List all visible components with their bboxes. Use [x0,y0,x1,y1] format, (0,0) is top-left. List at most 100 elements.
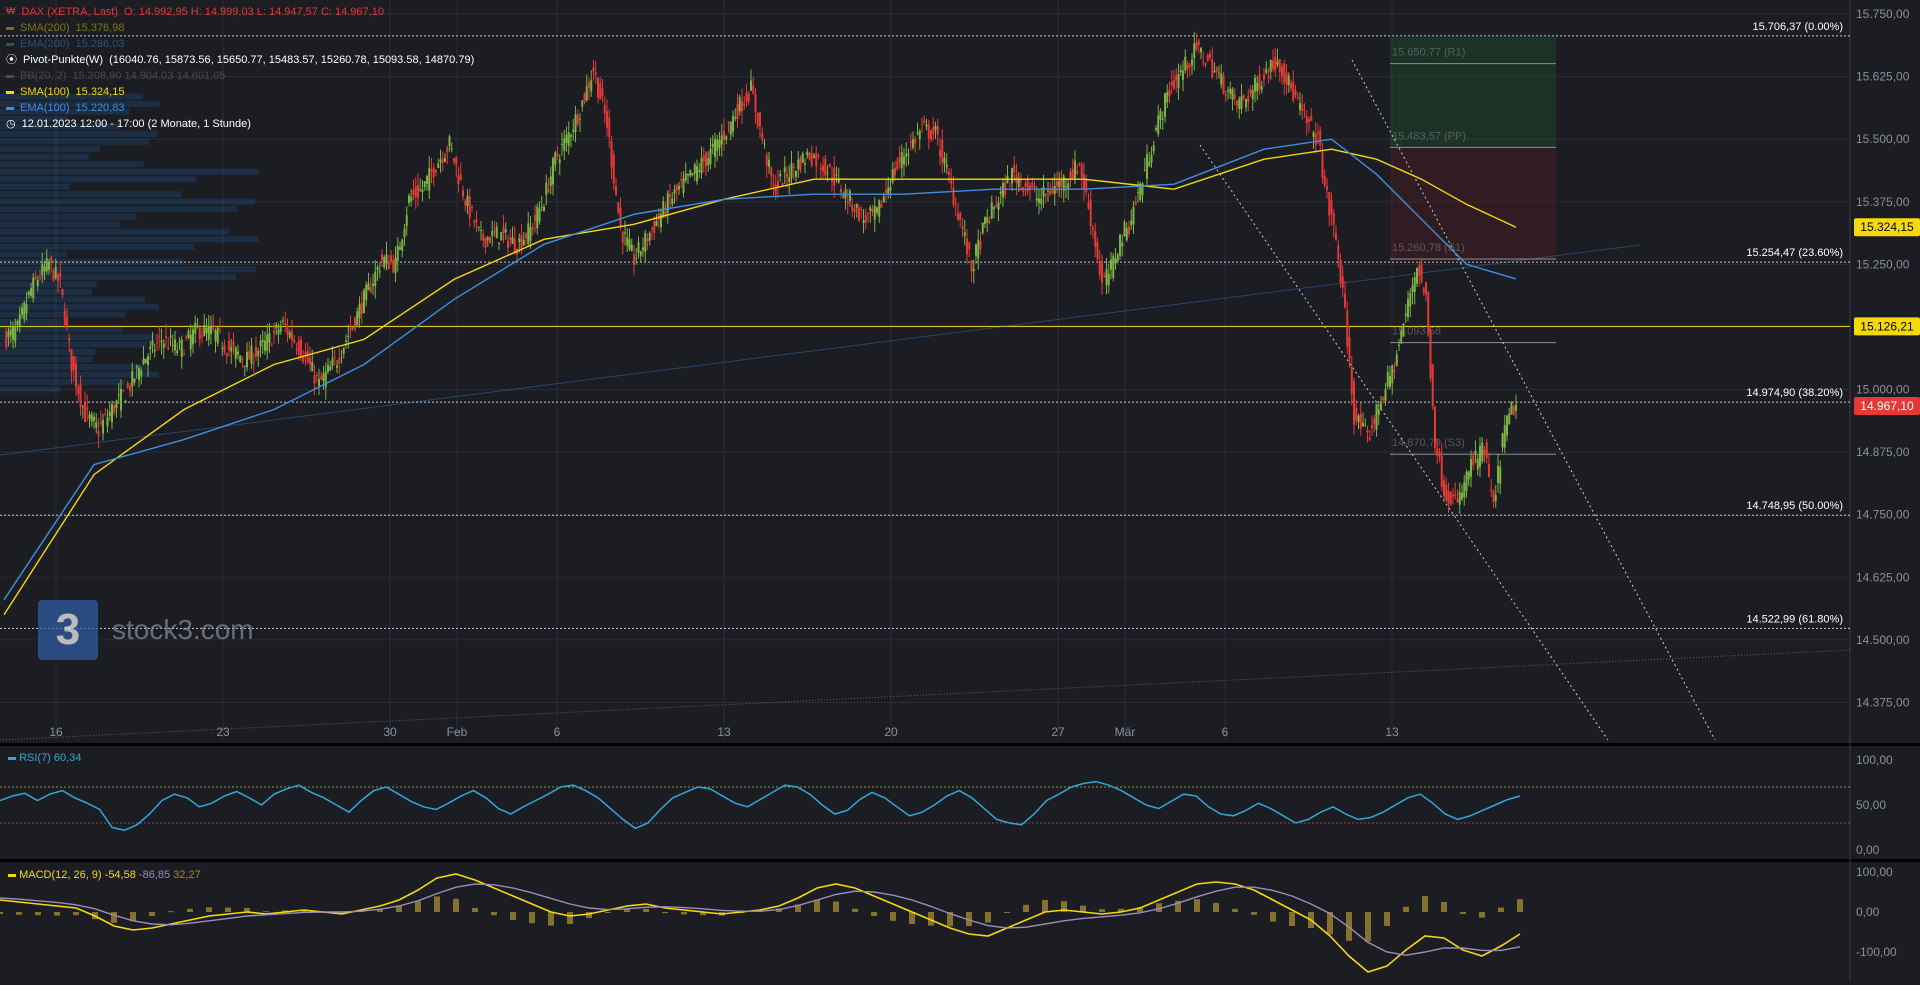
volume-profile-bar [0,243,194,250]
candle-body [315,374,318,376]
candle-body [1292,81,1295,101]
candle-body [689,169,692,176]
candle-body [115,400,118,409]
candle-body [756,112,759,127]
candle-body [66,316,68,328]
x-tick-label: 23 [216,725,230,739]
candle-body [1386,372,1389,387]
candle-body [1353,381,1355,425]
candle-body [696,166,698,182]
candle-body [322,373,325,382]
candle-body [579,118,581,120]
candle-body [437,163,440,168]
candle-body [1051,187,1054,194]
candle-body [606,111,608,128]
candle-body [500,232,503,241]
candle-body [948,171,950,176]
candle-body [201,335,203,337]
candle-body [693,164,696,174]
candle-body [225,353,228,356]
candle-body [491,230,494,236]
candle-body [455,156,458,166]
candle-body [466,195,469,207]
candle-body [1215,67,1218,72]
candle-body [1503,425,1506,448]
candle-body [934,126,937,130]
candle-body [860,208,863,210]
candle-body [1031,182,1034,188]
candle-body [792,166,795,168]
candle-body [1085,178,1088,192]
candle-body [358,304,361,319]
candle-body [655,221,658,227]
candle-body [1310,115,1313,121]
candle-body [1263,74,1265,80]
candle-body [221,347,224,349]
macd-histogram-bar [472,908,478,912]
candle-body [1206,55,1209,61]
volume-profile-bar [0,348,96,355]
candle-body [862,220,865,224]
candle-body [1175,75,1178,81]
candle-body [747,93,750,102]
candle-body [284,323,287,326]
macd-histogram-bar [415,901,421,912]
y-tick-label: 15.750,00 [1856,7,1910,21]
candle-body [1202,61,1205,63]
candle-body [405,215,408,227]
candle-body [765,155,768,166]
candle-body [1098,260,1101,275]
chart-area[interactable]: 15.750,00 15.625,00 15.500,00 15.375,00 15.2… [0,0,1920,980]
candle-body [786,173,788,178]
candle-body [1348,337,1351,360]
candle-body [561,143,563,145]
candle-body [912,139,914,148]
candle-body [219,329,221,331]
candle-body [770,167,773,177]
macd-histogram-bar [1289,912,1295,926]
candle-body [1463,482,1466,498]
candle-body [165,335,167,338]
candle-body [1328,192,1331,216]
candle-body [741,101,743,112]
candle-body [162,343,165,348]
candle-body [1200,47,1202,53]
candle-body [772,183,775,185]
candle-body [651,227,653,230]
candle-body [903,156,905,165]
macd-histogram-bar [111,912,117,923]
candle-body [234,347,237,359]
candle-body [237,351,239,355]
candle-body [1458,492,1461,505]
candle-body [1483,449,1486,456]
candle-body [122,390,125,392]
candle-body [1254,77,1256,92]
macd-legend[interactable]: MACD(12, 26, 9) -54,58 -86,85 32,27 [8,869,201,881]
candle-body [876,207,878,213]
candle-body [84,402,86,422]
candle-body [48,262,50,270]
candle-body [79,384,82,407]
macd-histogram-bar [168,911,174,913]
candle-body [565,134,568,143]
candle-body [306,350,309,363]
candle-body [153,350,156,352]
candle-body [518,238,521,242]
candle-body [1238,98,1241,109]
candle-body [869,207,872,211]
candle-body [1272,60,1274,69]
candle-body [585,86,588,101]
candle-body [1231,89,1234,100]
chart-canvas[interactable]: 15.750,00 15.625,00 15.500,00 15.375,00 15.2… [0,0,1920,980]
rsi-legend[interactable]: RSI(7) 60,34 [8,752,81,764]
candle-body [331,358,334,366]
candle-body [489,236,491,244]
candle-body [950,180,953,184]
macd-histogram-bar [149,912,155,916]
candle-body [797,159,800,170]
candle-body [291,331,293,341]
candle-body [639,251,642,256]
macd-hist-value: 32,27 [173,869,201,881]
candle-body [120,388,122,411]
candle-body [1110,259,1112,270]
